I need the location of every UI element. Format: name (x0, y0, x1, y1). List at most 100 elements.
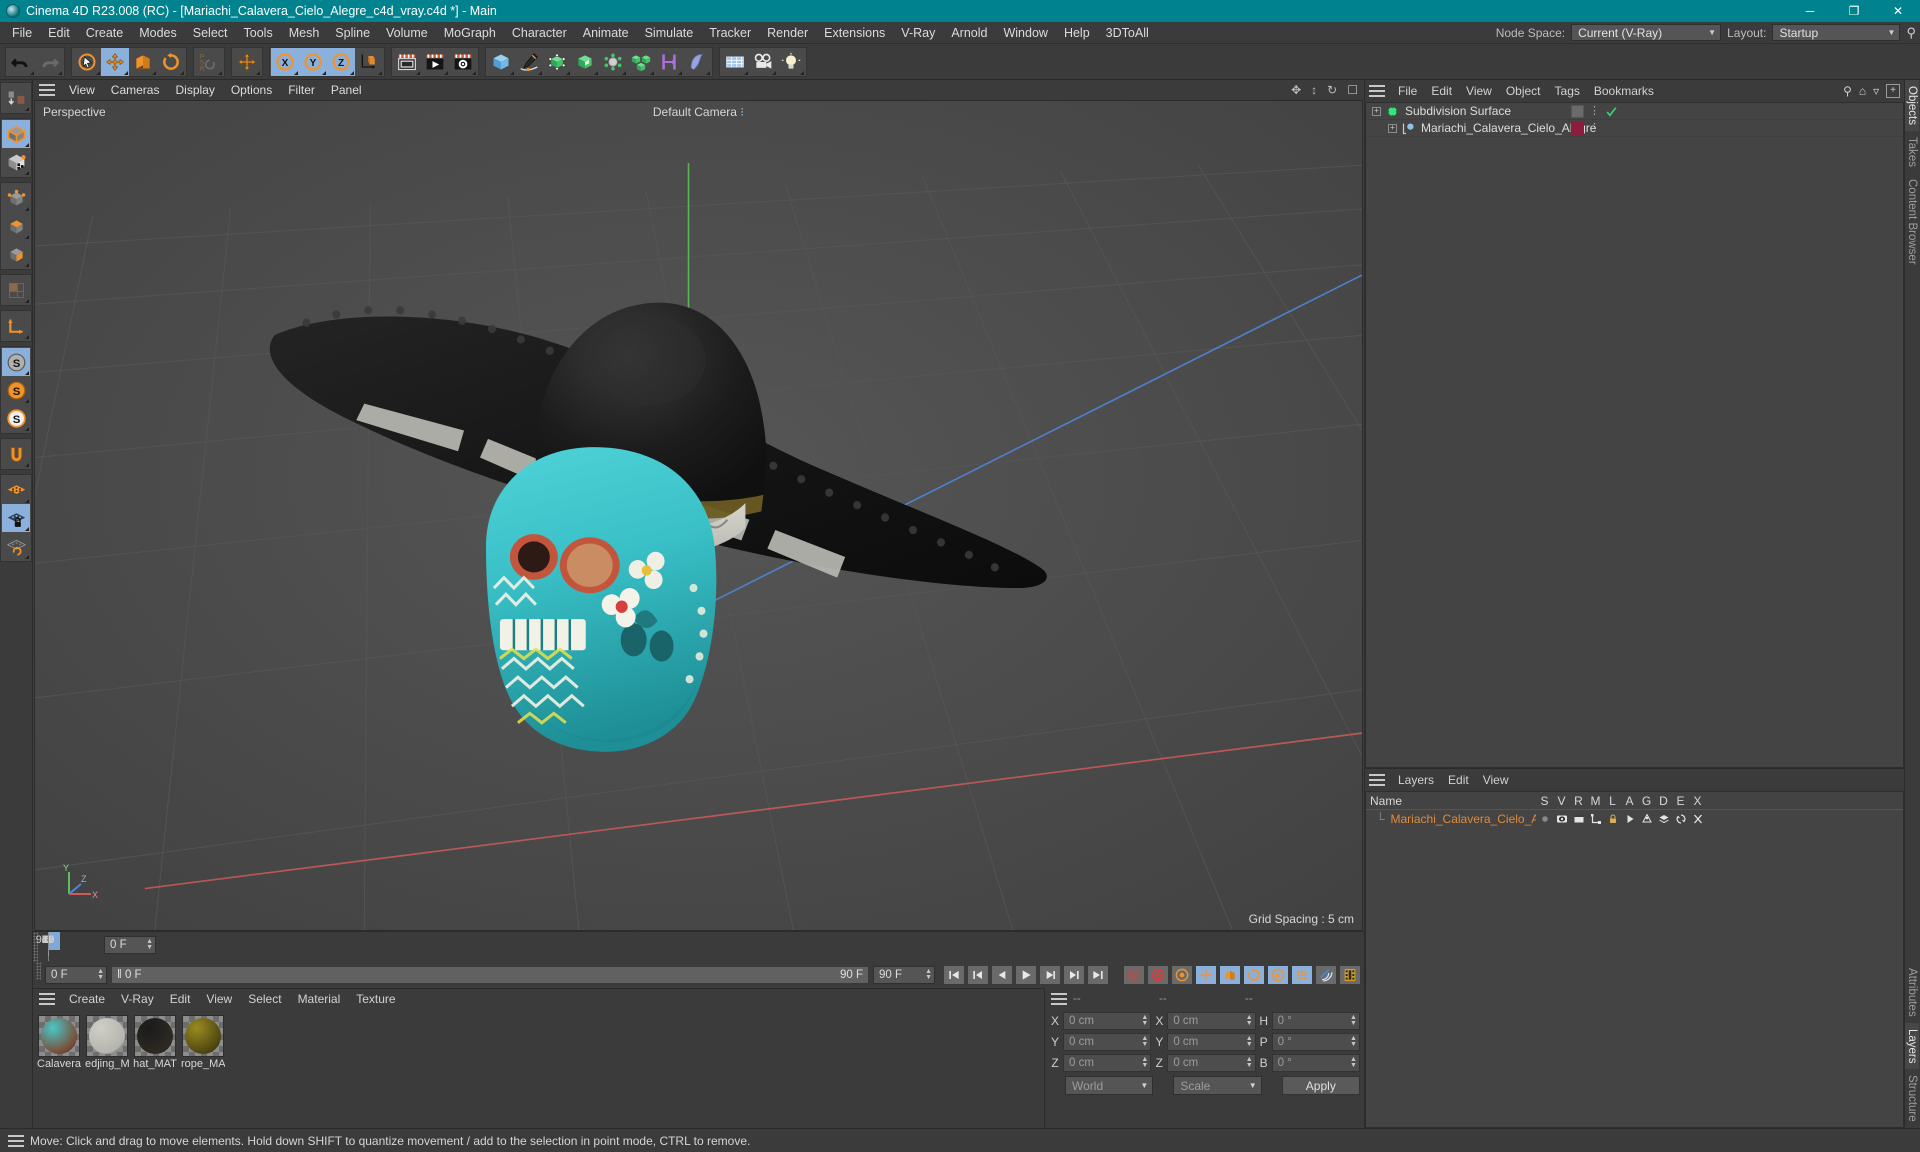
object-tree[interactable]: + Subdivision Surface ⋮ + Mariachi_Calavera_… (1365, 102, 1904, 768)
layer-m-icon[interactable] (1587, 813, 1604, 825)
rotation-key-icon[interactable] (1243, 965, 1265, 985)
viewport-menu-item-panel[interactable]: Panel (323, 82, 370, 98)
layers-menu-item-edit[interactable]: Edit (1441, 771, 1476, 789)
material-preview[interactable] (86, 1015, 128, 1057)
material-item[interactable]: hat_MAT (133, 1015, 177, 1070)
texture-mode-icon[interactable] (2, 148, 30, 176)
psr-icon[interactable]: PSR (195, 47, 223, 76)
vtab-objects[interactable]: Objects (1905, 80, 1919, 131)
apply-button[interactable]: Apply (1281, 1076, 1360, 1095)
scale-icon[interactable] (129, 47, 157, 76)
cube-primitive-icon[interactable] (487, 47, 515, 76)
undo-icon[interactable] (7, 47, 35, 76)
maximize-button[interactable]: ❐ (1832, 0, 1876, 22)
param-key-icon[interactable]: P (1267, 965, 1289, 985)
menu-item-character[interactable]: Character (504, 24, 575, 42)
status-burger-icon[interactable] (8, 1134, 24, 1147)
layer-x-icon[interactable] (1689, 813, 1706, 825)
object-dots-icon[interactable]: ⋮ (1589, 123, 1600, 134)
objects-menu-item-tags[interactable]: Tags (1548, 82, 1587, 100)
objects-menu-item-view[interactable]: View (1459, 82, 1499, 100)
menu-item-3dtoall[interactable]: 3DToAll (1098, 24, 1157, 42)
objects-menu-item-object[interactable]: Object (1499, 82, 1548, 100)
menu-item-create[interactable]: Create (78, 24, 132, 42)
menu-item-volume[interactable]: Volume (378, 24, 436, 42)
world-object-icon[interactable] (355, 47, 383, 76)
add-icon[interactable]: + (1886, 84, 1900, 98)
magnet-icon[interactable] (2, 440, 30, 468)
layout-select[interactable]: Startup ▼ (1772, 24, 1901, 41)
timeline-controls-grip[interactable] (36, 962, 41, 980)
object-tree-row[interactable]: + Mariachi_Calavera_Cielo_Alegre ⋮ (1366, 120, 1903, 137)
viewport-menu-item-cameras[interactable]: Cameras (103, 82, 168, 98)
redo-icon[interactable] (35, 47, 63, 76)
menu-item-tools[interactable]: Tools (236, 24, 281, 42)
viewport-menu-item-filter[interactable]: Filter (280, 82, 323, 98)
step-forward-icon[interactable] (1039, 965, 1061, 985)
material-menu-item-view[interactable]: View (198, 991, 240, 1007)
snap-lock-icon[interactable] (2, 504, 30, 532)
scale-s-orange-icon[interactable]: S (2, 376, 30, 404)
material-preview[interactable] (182, 1015, 224, 1057)
axis-y-icon[interactable]: Y (299, 47, 327, 76)
step-back-icon[interactable] (991, 965, 1013, 985)
menu-item-edit[interactable]: Edit (40, 24, 78, 42)
coordinates-burger-icon[interactable] (1051, 993, 1067, 1005)
deformer-icon[interactable] (599, 47, 627, 76)
material-menu-item-create[interactable]: Create (61, 991, 113, 1007)
render-settings-icon[interactable] (449, 47, 477, 76)
viewport-scale-icon[interactable]: ↕ (1311, 83, 1317, 97)
spline-pen-icon[interactable] (515, 47, 543, 76)
mograph-cloner-icon[interactable] (627, 47, 655, 76)
material-menu-item-material[interactable]: Material (290, 991, 349, 1007)
coord-size-field[interactable]: 0 cm ▲ ▼ (1167, 1011, 1256, 1030)
material-item[interactable]: Calavera (37, 1015, 81, 1070)
move-icon[interactable] (101, 47, 129, 76)
axis-x-icon[interactable]: X (271, 47, 299, 76)
objects-menu-burger-icon[interactable] (1369, 85, 1385, 97)
expand-toggle-icon[interactable]: + (1388, 123, 1397, 133)
expand-toggle-icon[interactable]: + (1372, 106, 1381, 116)
layer-r-icon[interactable] (1570, 813, 1587, 825)
menu-item-animate[interactable]: Animate (575, 24, 637, 42)
coord-position-field[interactable]: 0 cm ▲ ▼ (1063, 1011, 1152, 1030)
pla-key-icon[interactable] (1291, 965, 1313, 985)
layer-g-icon[interactable] (1638, 813, 1655, 825)
layer-s-icon[interactable] (1536, 813, 1553, 825)
coordinate-space-select[interactable]: World ▼ (1065, 1076, 1154, 1095)
light-icon[interactable] (777, 47, 805, 76)
scale-lock-s-gray-icon[interactable]: S (2, 348, 30, 376)
point-mode-icon[interactable] (2, 184, 30, 212)
layer-name-cell[interactable]: └Mariachi_Calavera_Cielo_Alegre (1366, 812, 1536, 826)
layers-table-body[interactable]: └Mariachi_Calavera_Cielo_Alegre (1366, 810, 1903, 828)
record-active-objects-icon[interactable] (1123, 965, 1145, 985)
vtab-takes[interactable]: Takes (1905, 131, 1919, 173)
node-space-select[interactable]: Current (V-Ray) ▼ (1571, 24, 1722, 41)
modeling-object-icon[interactable] (571, 47, 599, 76)
next-key-icon[interactable] (1063, 965, 1085, 985)
scale-s-white-icon[interactable]: S (2, 404, 30, 432)
layer-v-icon[interactable] (1553, 813, 1570, 825)
quantize-icon[interactable] (2, 532, 30, 560)
menu-item-arnold[interactable]: Arnold (943, 24, 995, 42)
layer-e-icon[interactable] (1672, 813, 1689, 825)
menu-item-help[interactable]: Help (1056, 24, 1098, 42)
object-tree-row[interactable]: + Subdivision Surface ⋮ (1366, 103, 1903, 120)
menu-item-render[interactable]: Render (759, 24, 816, 42)
material-preview[interactable] (134, 1015, 176, 1057)
undo-action-icon[interactable] (2, 84, 30, 112)
vtab-structure[interactable]: Structure (1905, 1069, 1919, 1128)
floor-icon[interactable] (721, 47, 749, 76)
coord-position-field[interactable]: 0 cm ▲ ▼ (1063, 1053, 1152, 1072)
coord-size-field[interactable]: 0 cm ▲ ▼ (1167, 1032, 1256, 1051)
objects-menu-item-edit[interactable]: Edit (1424, 82, 1459, 100)
render-view-icon[interactable] (393, 47, 421, 76)
objects-menu-item-bookmarks[interactable]: Bookmarks (1587, 82, 1661, 100)
axis-z-icon[interactable]: Z (327, 47, 355, 76)
layers-table-row[interactable]: └Mariachi_Calavera_Cielo_Alegre (1366, 810, 1903, 828)
material-list[interactable]: Calavera edjing_M hat_MAT rope_MA (33, 1009, 1044, 1128)
check-icon[interactable] (1605, 105, 1618, 118)
uv-mode-icon[interactable] (2, 276, 30, 304)
home-icon[interactable]: ⌂ (1859, 84, 1866, 98)
vtab-attributes[interactable]: Attributes (1905, 962, 1919, 1023)
